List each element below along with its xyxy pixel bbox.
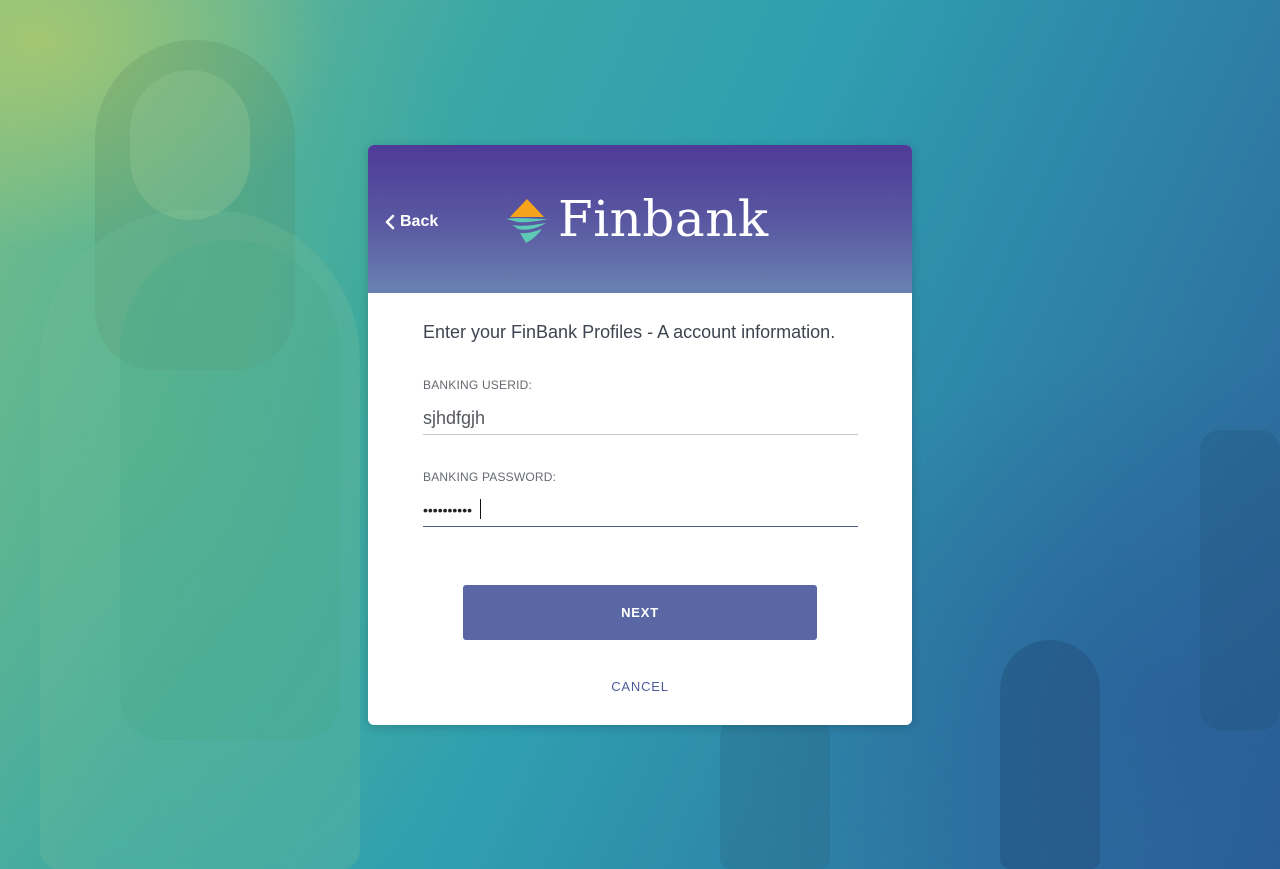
background-photo-storefront bbox=[1200, 430, 1280, 730]
userid-field-wrapper bbox=[423, 404, 858, 435]
finbank-logo-icon bbox=[506, 199, 548, 243]
userid-label: BANKING USERID: bbox=[423, 378, 533, 392]
background-photo-head bbox=[130, 70, 250, 220]
background-photo-sweater bbox=[120, 240, 340, 740]
login-card: Back Finbank Enter your FinBank Profiles… bbox=[368, 145, 912, 725]
card-body: Enter your FinBank Profiles - A account … bbox=[368, 293, 912, 527]
brand-logo: Finbank bbox=[504, 190, 769, 248]
background-photo-hair bbox=[95, 40, 295, 370]
password-field-wrapper bbox=[423, 496, 858, 527]
card-header: Back Finbank bbox=[368, 145, 912, 293]
password-label: BANKING PASSWORD: bbox=[423, 470, 557, 484]
brand-name: Finbank bbox=[558, 190, 769, 248]
chevron-left-icon bbox=[385, 214, 395, 230]
userid-input[interactable] bbox=[423, 404, 858, 432]
form-intro: Enter your FinBank Profiles - A account … bbox=[423, 322, 836, 342]
background-photo-coat bbox=[40, 210, 360, 869]
next-button[interactable]: NEXT bbox=[463, 585, 817, 640]
background-photo-pedestrian bbox=[1000, 640, 1100, 869]
back-button[interactable]: Back bbox=[382, 213, 438, 231]
back-label: Back bbox=[400, 213, 439, 230]
text-cursor bbox=[480, 499, 481, 519]
password-input[interactable] bbox=[423, 496, 858, 524]
cancel-button[interactable]: CANCEL bbox=[368, 679, 912, 694]
